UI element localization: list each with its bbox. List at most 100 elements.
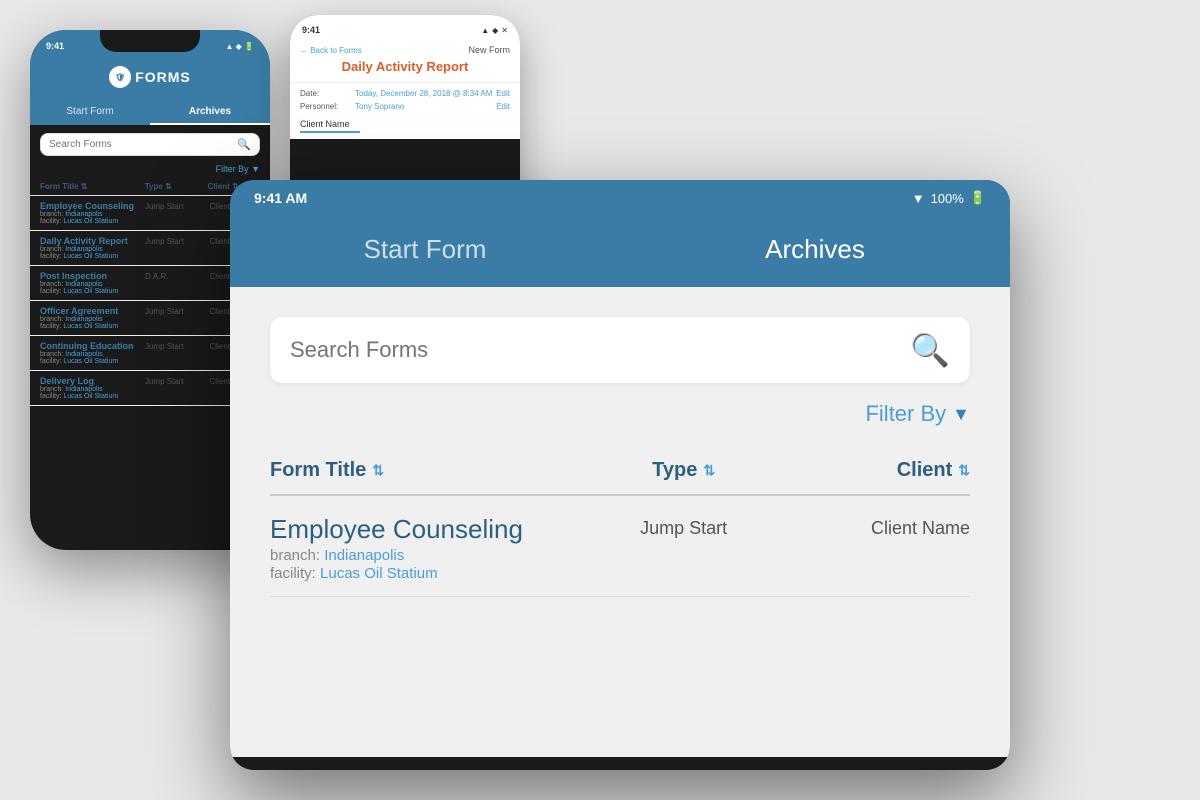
ipad-search-input[interactable] [290,337,910,363]
form-title: Daily Activity Report [300,55,510,78]
phone-right-time: 9:41 [302,25,320,35]
form-personnel-row: Personnel: Tony Soprano Edit [300,102,510,111]
phone-right-header: ← Back to Forms New Form Daily Activity … [290,41,520,83]
phone-row-title: Post Inspection [40,271,141,281]
ipad-status-bar: 9:41 AM ▼ 100% 🔋 [230,180,1010,216]
phone-right-content: Date: Today, December 28, 2018 @ 8:34 AM… [290,83,520,139]
phone-row-info: Officer Agreement branch: Indianapolis f… [40,306,141,330]
phone-row-meta: branch: Indianapolis [40,211,141,218]
phone-left-search-icon: 🔍 [237,138,251,151]
phone-left-notch [100,30,200,52]
phone-row-info: Employee Counseling branch: Indianapolis… [40,201,141,225]
phone-row-meta: branch: Indianapolis [40,316,141,323]
form-personnel-value: Tony Soprano [355,102,496,111]
phone-row-facility: facility: Lucas Oil Statium [40,323,141,330]
form-client-underline [300,131,360,133]
ipad-list-item[interactable]: Employee Counseling branch: Indianapolis… [270,496,970,597]
phone-row-facility: facility: Lucas Oil Statium [40,393,141,400]
ipad: 9:41 AM ▼ 100% 🔋 Start Form Archives 🔍 F… [230,180,1010,770]
wifi-icon: ▼ [912,191,925,206]
back-to-forms-link[interactable]: ← Back to Forms [300,46,362,55]
phone-left-col-type: Type ⇅ [145,182,208,191]
ipad-body: 🔍 Filter By ▼ Form Title ⇅ Type ⇅ Clie [230,287,1010,757]
phone-right-status-icons: ▲ ◆ ✕ [481,26,508,35]
ipad-row-branch: branch: Indianapolis [270,547,588,564]
sort-icon-type: ⇅ [703,462,715,479]
ipad-branch-value: Indianapolis [324,547,404,564]
phone-row-meta: branch: Indianapolis [40,281,141,288]
ipad-tab-start-form[interactable]: Start Form [230,216,620,287]
phone-left-search-input[interactable] [49,139,237,150]
phone-row-title: Delivery Log [40,376,141,386]
phone-row-meta: branch: Indianapolis [40,386,141,393]
battery-label: 100% [931,191,964,206]
battery-icon: 🔋 [970,190,986,206]
sort-icon-title: ⇅ [372,462,384,479]
phone-row-info: Daily Activity Report branch: Indianapol… [40,236,141,260]
sort-icon-client: ⇅ [958,462,970,479]
phone-left-status-icons: ▲ ◆ 🔋 [226,42,254,51]
ipad-filter-label: Filter By [865,401,946,427]
phone-right-status-bar: 9:41 ▲ ◆ ✕ [290,15,520,41]
new-form-label: New Form [468,45,510,55]
form-personnel-label: Personnel: [300,102,355,111]
ipad-tab-bar: Start Form Archives [230,216,1010,287]
ipad-col-title: Form Title ⇅ [270,459,588,482]
ipad-col-type: Type ⇅ [588,459,779,482]
phone-row-meta: branch: Indianapolis [40,351,141,358]
form-date-edit[interactable]: Edit [496,89,510,98]
phone-left-title: FORMS [135,69,191,85]
phone-row-title: Employee Counseling [40,201,141,211]
phone-row-type: Jump Start [145,236,206,246]
ipad-col-client: Client ⇅ [779,459,970,482]
scene: 9:41 ▲ ◆ 🔋 🛡 FORMS Start Form Archives 🔍… [0,0,1200,800]
phone-left-logo: 🛡 [109,66,131,88]
ipad-row-info: Employee Counseling branch: Indianapolis… [270,514,588,582]
phone-left-time: 9:41 [46,41,64,51]
phone-left-col-title: Form Title ⇅ [40,182,145,191]
phone-row-facility: facility: Lucas Oil Statium [40,288,141,295]
phone-row-facility: facility: Lucas Oil Statium [40,218,141,225]
phone-row-facility: facility: Lucas Oil Statium [40,253,141,260]
form-client-name-label: Client Name [300,115,510,129]
ipad-row-client: Client Name [779,514,970,539]
phone-row-title: Daily Activity Report [40,236,141,246]
phone-row-type: Jump Start [145,341,206,351]
phone-left-header: 🛡 FORMS [30,58,270,100]
form-date-row: Date: Today, December 28, 2018 @ 8:34 AM… [300,89,510,98]
phone-row-info: Continuing Education branch: Indianapoli… [40,341,141,365]
phone-left-tab-start-form[interactable]: Start Form [30,100,150,125]
ipad-time: 9:41 AM [254,190,307,206]
phone-row-info: Post Inspection branch: Indianapolis fac… [40,271,141,295]
phone-row-meta: branch: Indianapolis [40,246,141,253]
phone-row-title: Officer Agreement [40,306,141,316]
phone-row-title: Continuing Education [40,341,141,351]
filter-arrow-icon: ▼ [952,404,970,425]
phone-row-info: Delivery Log branch: Indianapolis facili… [40,376,141,400]
close-icon: ✕ [501,26,508,35]
ipad-table-header: Form Title ⇅ Type ⇅ Client ⇅ [270,451,970,496]
phone-row-type: D.A.R. [145,271,206,281]
ipad-search-row: 🔍 [270,317,970,383]
ipad-tab-archives[interactable]: Archives [620,216,1010,287]
phone-row-type: Jump Start [145,376,206,386]
ipad-row-type: Jump Start [588,514,779,539]
phone-left-filter[interactable]: Filter By ▼ [30,164,270,178]
ipad-facility-value: Lucas Oil Statium [320,565,438,582]
ipad-row-facility: facility: Lucas Oil Statium [270,565,588,582]
ipad-filter-row: Filter By ▼ [270,401,970,427]
form-personnel-edit[interactable]: Edit [496,102,510,111]
phone-row-type: Jump Start [145,201,206,211]
phone-row-type: Jump Start [145,306,206,316]
ipad-row-title: Employee Counseling [270,514,588,545]
phone-left-tabs: Start Form Archives [30,100,270,125]
phone-row-facility: facility: Lucas Oil Statium [40,358,141,365]
phone-left-logo-area: 🛡 FORMS [30,66,270,88]
ipad-filter-button[interactable]: Filter By ▼ [865,401,970,427]
ipad-status-icons: ▼ 100% 🔋 [912,190,986,206]
form-date-value: Today, December 28, 2018 @ 8:34 AM [355,89,496,98]
phone-left-tab-archives[interactable]: Archives [150,100,270,125]
form-date-label: Date: [300,89,355,98]
ipad-search-icon: 🔍 [910,331,950,369]
phone-left-search-bar: 🔍 [40,133,260,156]
